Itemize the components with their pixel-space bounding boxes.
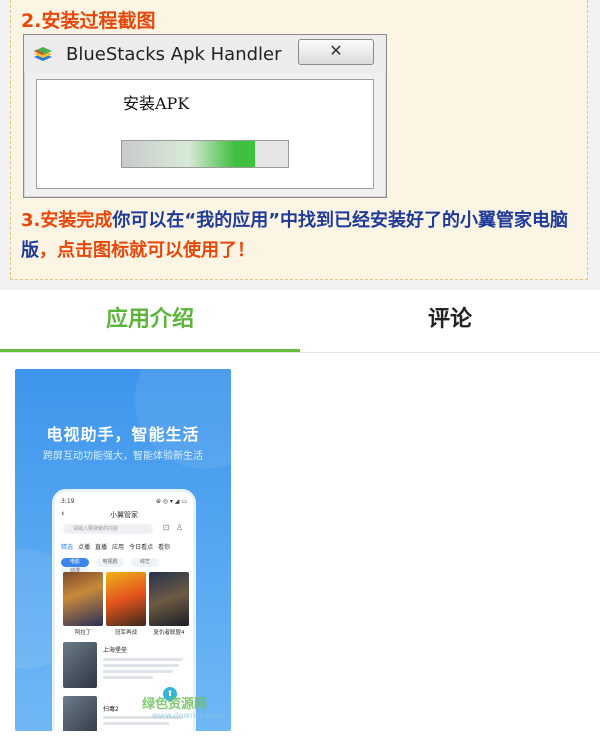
dialog-close-button: ✕ (298, 39, 374, 65)
phone-category: 应用 (112, 544, 125, 551)
step3-suffix: ，点击图标就可以使用了！ (39, 240, 255, 261)
phone-category: 今日看点 (129, 544, 154, 551)
poster-caption: 阿拉丁 (74, 630, 92, 636)
poster-caption: 冠军再战 (114, 630, 137, 636)
site-watermark-url: www.downcc.com (152, 711, 224, 720)
install-guide-box: 2.安装过程截图 BlueStacks Apk Handler ✕ 安装APK … (10, 0, 588, 280)
list-item-text (103, 676, 153, 679)
install-progress-bar (121, 140, 289, 168)
dialog-body: 安装APK (36, 79, 374, 189)
list-thumbnail (63, 696, 97, 731)
phone-app-title: 小翼管家 (110, 511, 138, 519)
guide-heading: 2.安装过程截图 (21, 10, 156, 32)
step3-text: 3.安装完成你可以在“我的应用”中找到已经安装好了的小翼管家电脑版，点击图标就可… (21, 206, 581, 266)
phone-category: 精选 (61, 544, 74, 551)
movie-poster (63, 572, 103, 626)
bluestacks-logo-icon (34, 47, 52, 61)
list-item-text (103, 722, 169, 725)
phone-pill: 电视剧 (96, 558, 124, 567)
list-item-text (103, 664, 179, 667)
site-watermark: 绿色资源网 (142, 697, 208, 712)
list-thumbnail (63, 642, 97, 688)
movie-poster (149, 572, 189, 626)
poster-caption: 复仇者联盟4 (153, 630, 185, 636)
dialog-title: BlueStacks Apk Handler (66, 44, 282, 65)
movie-poster (106, 572, 146, 626)
screenshot-slogan: 电视助手，智能生活 (46, 425, 200, 444)
install-dialog-screenshot: BlueStacks Apk Handler ✕ 安装APK (23, 34, 387, 198)
tab-bar: 应用介绍 评论 (0, 290, 600, 353)
app-screenshot-image[interactable]: 电视助手，智能生活 跨屏互动功能强大，智能体验新生活 3:19 ⊕ ◎ ▾ ◢ … (15, 369, 231, 731)
phone-pill: 综艺 (131, 558, 159, 567)
tab-comments[interactable]: 评论 (300, 290, 600, 352)
phone-category-nav: 精选 点播 直播 应用 今日看点 看你 (61, 542, 193, 551)
phone-search-bar: 请输入要搜索的内容 (63, 524, 153, 534)
progress-fill (122, 141, 255, 167)
dialog-titlebar: BlueStacks Apk Handler ✕ (24, 35, 386, 73)
phone-status-icons: ⊕ ◎ ▾ ◢ ▭ (155, 498, 187, 505)
tab-app-intro[interactable]: 应用介绍 (0, 290, 300, 352)
phone-pill: 电影 (61, 558, 89, 567)
list-item-text (103, 658, 183, 661)
dialog-message: 安装APK (123, 94, 190, 113)
intro-content: 电视助手，智能生活 跨屏互动功能强大，智能体验新生活 3:19 ⊕ ◎ ▾ ◢ … (0, 353, 600, 750)
list-item-title: 上海堡垒 (103, 647, 128, 654)
step3-prefix: 3.安装完成 (21, 210, 113, 231)
phone-category: 看你 (158, 544, 171, 551)
list-item-title: 扫毒2 (103, 706, 119, 713)
phone-header-icons: ⊡ ♙ (162, 523, 185, 532)
screenshot-subtitle: 跨屏互动功能强大，智能体验新生活 (43, 451, 203, 462)
phone-time: 3:19 (61, 498, 75, 505)
phone-category: 点播 (78, 544, 91, 551)
list-item-text (103, 670, 173, 673)
phone-category: 直播 (95, 544, 108, 551)
